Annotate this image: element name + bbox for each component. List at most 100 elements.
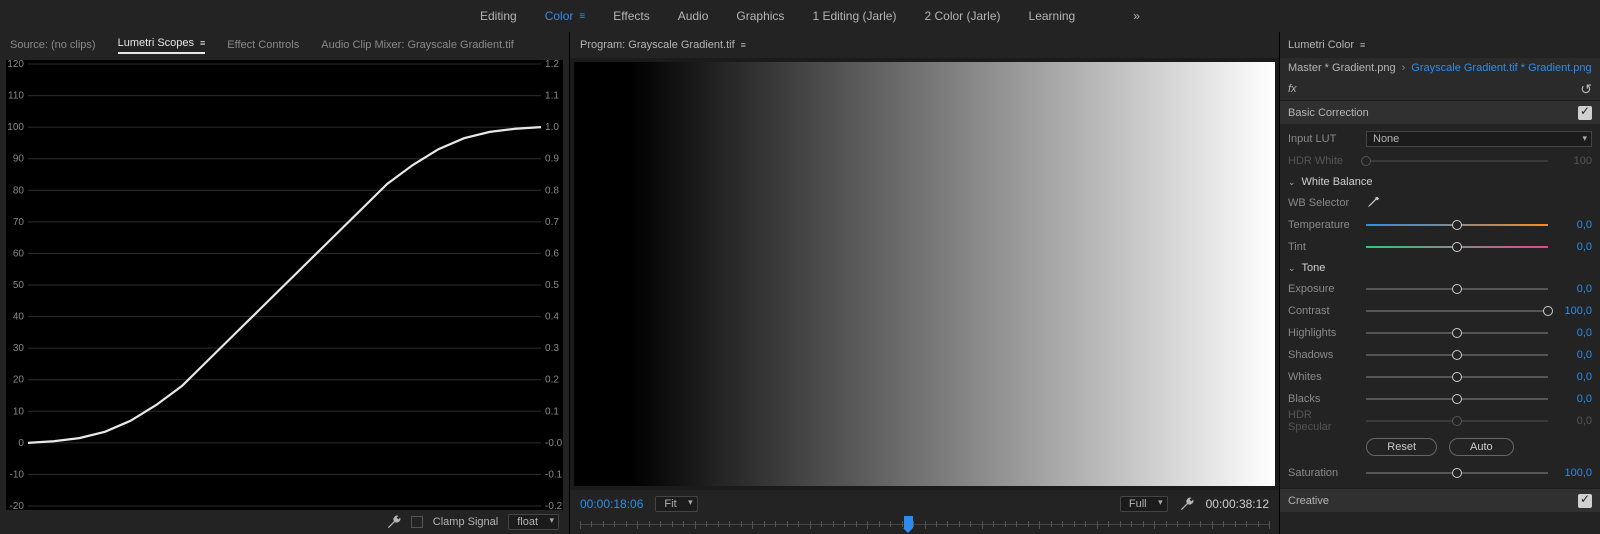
tint-label: Tint [1288, 241, 1358, 253]
auto-button[interactable]: Auto [1449, 438, 1514, 456]
svg-text:0.6: 0.6 [545, 248, 559, 259]
exposure-slider[interactable] [1366, 282, 1548, 296]
tab-custom-1[interactable]: 1 Editing (Jarle) [812, 9, 896, 23]
menu-icon[interactable]: ≡ [741, 40, 746, 50]
exposure-value[interactable]: 0,0 [1556, 283, 1592, 295]
svg-text:30: 30 [13, 343, 25, 354]
svg-text:90: 90 [13, 154, 25, 165]
source-panel: Source: (no clips) Lumetri Scopes≡ Effec… [0, 32, 570, 534]
shadows-slider[interactable] [1366, 348, 1548, 362]
contrast-value[interactable]: 100,0 [1556, 305, 1592, 317]
hdr-white-value: 100 [1556, 155, 1592, 167]
input-lut-label: Input LUT [1288, 133, 1358, 145]
tab-learning[interactable]: Learning [1029, 9, 1076, 23]
wrench-icon[interactable] [1180, 497, 1194, 511]
hdr-specular-label: HDR Specular [1288, 409, 1358, 433]
subtab-source[interactable]: Source: (no clips) [10, 39, 96, 51]
whites-slider[interactable] [1366, 370, 1548, 384]
tab-graphics[interactable]: Graphics [736, 9, 784, 23]
program-viewport[interactable] [570, 58, 1279, 490]
svg-text:1.2: 1.2 [545, 60, 559, 70]
program-title: Program: Grayscale Gradient.tif [580, 39, 735, 51]
bitdepth-select[interactable]: float [508, 514, 559, 530]
chevron-right-icon: › [1402, 62, 1406, 74]
reset-effect-icon[interactable]: ↺ [1580, 81, 1592, 98]
whites-value[interactable]: 0,0 [1556, 371, 1592, 383]
resolution-select[interactable]: Full [1120, 496, 1168, 512]
highlights-value[interactable]: 0,0 [1556, 327, 1592, 339]
wrench-icon[interactable] [387, 515, 401, 529]
saturation-value[interactable]: 100,0 [1556, 467, 1592, 479]
tint-value[interactable]: 0,0 [1556, 241, 1592, 253]
section-toggle-checkbox[interactable] [1578, 494, 1592, 508]
subtab-lumetri-scopes[interactable]: Lumetri Scopes≡ [118, 37, 206, 54]
menu-icon[interactable]: ≡ [200, 38, 205, 48]
hdr-white-label: HDR White [1288, 155, 1358, 167]
subtab-audio-mixer[interactable]: Audio Clip Mixer: Grayscale Gradient.tif [321, 39, 514, 51]
shadows-value[interactable]: 0,0 [1556, 349, 1592, 361]
tone-header[interactable]: ⌄Tone [1288, 258, 1592, 278]
section-creative[interactable]: Creative [1280, 488, 1600, 512]
svg-text:-10: -10 [10, 469, 25, 480]
temperature-slider[interactable] [1366, 218, 1548, 232]
contrast-slider[interactable] [1366, 304, 1548, 318]
svg-text:0: 0 [18, 438, 24, 449]
video-frame [574, 62, 1275, 486]
eyedropper-icon[interactable] [1366, 196, 1380, 210]
subtab-effect-controls[interactable]: Effect Controls [227, 39, 299, 51]
svg-text:0.9: 0.9 [545, 154, 559, 165]
lumetri-color-panel: Lumetri Color ≡ Master * Gradient.png › … [1280, 32, 1600, 534]
section-basic-correction[interactable]: Basic Correction [1280, 100, 1600, 124]
tab-color[interactable]: Color≡ [545, 9, 586, 23]
fx-badge[interactable]: fx [1288, 83, 1297, 95]
sequence-clip-link[interactable]: Grayscale Gradient.tif * Gradient.png [1411, 62, 1591, 74]
svg-text:80: 80 [13, 185, 25, 196]
svg-text:0.2: 0.2 [545, 375, 559, 386]
clamp-signal-label: Clamp Signal [433, 516, 498, 528]
master-clip-label[interactable]: Master * Gradient.png [1288, 62, 1396, 74]
temperature-value[interactable]: 0,0 [1556, 219, 1592, 231]
svg-text:0.1: 0.1 [545, 406, 559, 417]
svg-text:70: 70 [13, 217, 25, 228]
saturation-label: Saturation [1288, 467, 1358, 479]
input-lut-select[interactable]: None [1366, 131, 1592, 147]
white-balance-header[interactable]: ⌄White Balance [1288, 172, 1592, 192]
blacks-label: Blacks [1288, 393, 1358, 405]
menu-icon[interactable]: ≡ [1360, 40, 1365, 50]
timecode-duration: 00:00:38:12 [1206, 497, 1269, 511]
menu-icon[interactable]: ≡ [579, 11, 585, 22]
tab-effects[interactable]: Effects [613, 9, 649, 23]
blacks-value[interactable]: 0,0 [1556, 393, 1592, 405]
lumetri-waveform-scope: 1201.21101.11001.0900.9800.8700.7600.650… [6, 60, 563, 510]
shadows-label: Shadows [1288, 349, 1358, 361]
blacks-slider[interactable] [1366, 392, 1548, 406]
playhead[interactable] [904, 516, 913, 528]
exposure-label: Exposure [1288, 283, 1358, 295]
svg-text:-0.0: -0.0 [545, 438, 563, 449]
tab-audio[interactable]: Audio [678, 9, 709, 23]
svg-text:0.5: 0.5 [545, 280, 559, 291]
temperature-label: Temperature [1288, 219, 1358, 231]
section-toggle-checkbox[interactable] [1578, 106, 1592, 120]
workspace-tab-bar: Editing Color≡ Effects Audio Graphics 1 … [0, 0, 1600, 32]
hdr-specular-slider [1366, 414, 1548, 428]
reset-button[interactable]: Reset [1366, 438, 1437, 456]
highlights-label: Highlights [1288, 327, 1358, 339]
tab-custom-2[interactable]: 2 Color (Jarle) [924, 9, 1000, 23]
tab-editing[interactable]: Editing [480, 9, 517, 23]
svg-text:10: 10 [13, 406, 25, 417]
clamp-signal-checkbox[interactable] [411, 516, 423, 528]
saturation-slider[interactable] [1366, 466, 1548, 480]
zoom-select[interactable]: Fit [655, 496, 697, 512]
mini-timeline[interactable] [580, 516, 1269, 534]
overflow-icon[interactable]: » [1133, 9, 1140, 23]
panel-title: Lumetri Color [1288, 39, 1354, 51]
highlights-slider[interactable] [1366, 326, 1548, 340]
svg-text:120: 120 [7, 60, 24, 70]
tint-slider[interactable] [1366, 240, 1548, 254]
svg-text:-0.1: -0.1 [545, 469, 563, 480]
contrast-label: Contrast [1288, 305, 1358, 317]
timecode-current[interactable]: 00:00:18:06 [580, 497, 643, 511]
hdr-specular-value: 0,0 [1556, 415, 1592, 427]
whites-label: Whites [1288, 371, 1358, 383]
